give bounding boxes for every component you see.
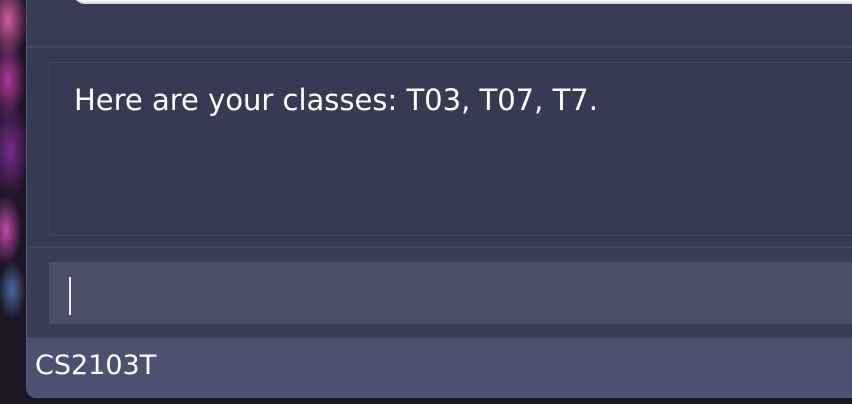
top-panel-element: [73, 0, 852, 4]
result-display-box: Here are your classes: T03, T07, T7.: [49, 62, 852, 236]
status-bar: CS2103T: [27, 338, 852, 397]
top-panel: [27, 0, 852, 48]
command-area: [27, 246, 852, 338]
command-input[interactable]: [49, 262, 852, 324]
text-caret: [69, 277, 71, 315]
status-bar-text: CS2103T: [35, 350, 157, 381]
app-window: Here are your classes: T03, T07, T7. CS2…: [26, 0, 852, 398]
result-display-panel: Here are your classes: T03, T07, T7.: [27, 48, 852, 246]
result-message: Here are your classes: T03, T07, T7.: [74, 83, 598, 117]
